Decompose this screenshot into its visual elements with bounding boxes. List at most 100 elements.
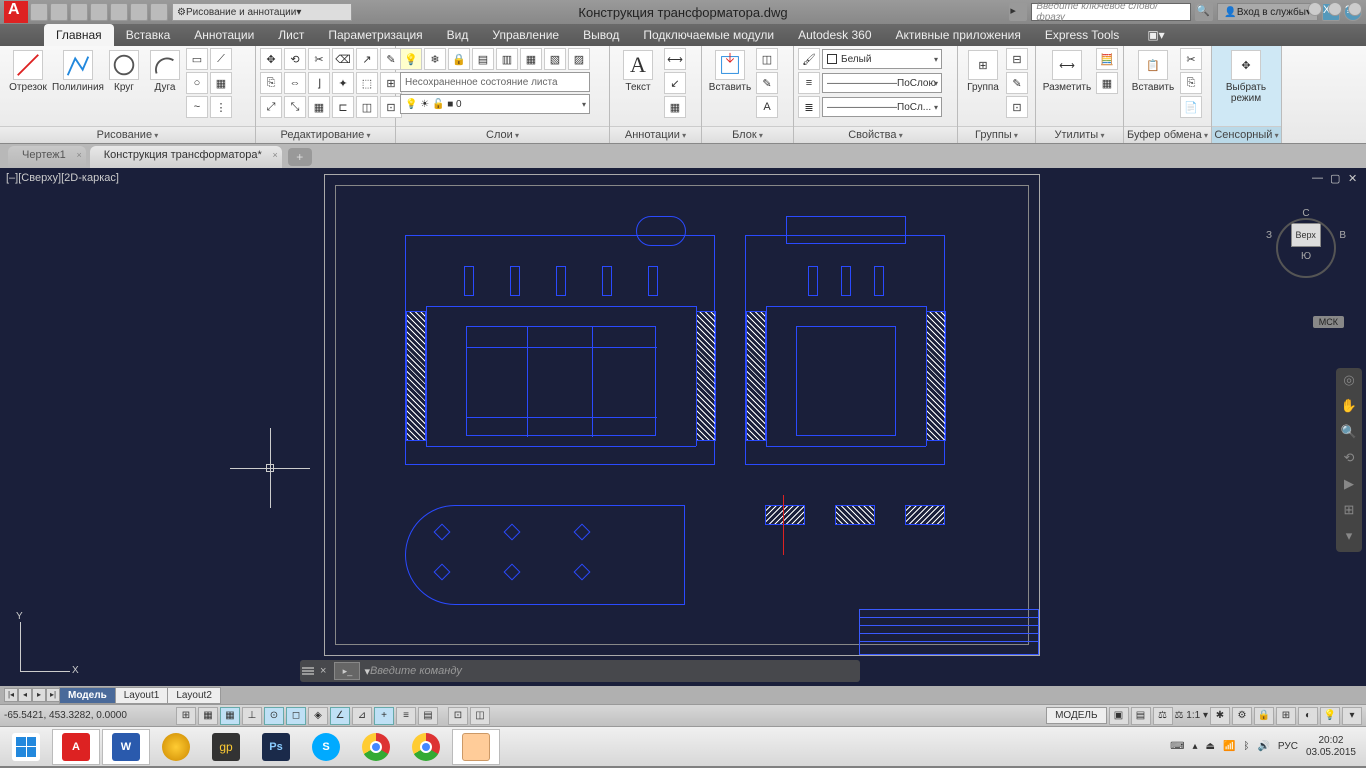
sb-ortho[interactable]: ⊥ (242, 707, 262, 725)
sb-custom[interactable]: ▾ (1342, 707, 1362, 725)
sb-hw[interactable]: ⊞ (1276, 707, 1296, 725)
task-chrome[interactable] (352, 729, 400, 765)
stretch-icon[interactable]: ⤢ (260, 96, 282, 118)
move-icon[interactable]: ✥ (260, 48, 282, 70)
draw-icon-2[interactable]: ⟋ (210, 48, 232, 70)
nav-wheel-icon[interactable]: ◎ (1339, 372, 1359, 392)
layout-tab-1[interactable]: Layout1 (115, 687, 169, 704)
lineweight-drop[interactable]: ———————ПоСл... (822, 97, 942, 117)
layer-icon-7[interactable]: ▧ (544, 48, 566, 70)
nav-pan-icon[interactable]: ✋ (1339, 398, 1359, 418)
sb-qp[interactable]: ⊡ (448, 707, 468, 725)
dimension-icon[interactable]: ⟷ (664, 48, 686, 70)
leader-icon[interactable]: ↙ (664, 72, 686, 94)
panel-annotation-title[interactable]: Аннотации (610, 126, 701, 143)
qat-saveas[interactable] (90, 3, 108, 21)
panel-touch-title[interactable]: Сенсорный (1212, 126, 1281, 143)
cut-icon[interactable]: ✂ (1180, 48, 1202, 70)
sb-snap[interactable]: ▦ (198, 707, 218, 725)
block-attr-icon[interactable]: A (756, 96, 778, 118)
nav-showmot-icon[interactable]: ▶ (1339, 476, 1359, 496)
tray-safely-remove-icon[interactable]: ⏏ (1206, 741, 1215, 752)
line-button[interactable]: Отрезок (4, 48, 52, 95)
sb-polar[interactable]: ⊙ (264, 707, 284, 725)
tab-plugins[interactable]: Подключаемые модули (631, 24, 786, 46)
command-line[interactable]: × ▸_ ▾ Введите команду (300, 660, 860, 682)
tab-featured[interactable]: Активные приложения (884, 24, 1033, 46)
new-tab-button[interactable]: + (288, 148, 312, 166)
touch-select-button[interactable]: ✥Выбрать режим (1216, 48, 1276, 106)
copy-clip-icon[interactable]: ⎘ (1180, 72, 1202, 94)
scale-icon[interactable]: ⤡ (284, 96, 306, 118)
modify-icon-c[interactable]: ⬚ (356, 72, 378, 94)
viewcube[interactable]: С З Верх В Ю (1266, 208, 1346, 262)
lt-last[interactable]: ▸| (46, 688, 60, 702)
infocenter-arrow[interactable]: ▸ (1009, 3, 1027, 21)
task-autocad[interactable]: A (52, 729, 100, 765)
tab-parametric[interactable]: Параметризация (316, 24, 434, 46)
text-button[interactable]: AТекст (614, 48, 662, 95)
ungroup-icon[interactable]: ⊟ (1006, 48, 1028, 70)
cmdline-handle[interactable] (300, 665, 316, 677)
panel-layers-title[interactable]: Слои (396, 126, 609, 143)
group-edit-icon[interactable]: ✎ (1006, 72, 1028, 94)
sb-otrack[interactable]: ∠ (330, 707, 350, 725)
erase-icon[interactable]: ⌫ (332, 48, 354, 70)
mirror-icon[interactable]: ⇔ (284, 72, 306, 94)
qat-undo[interactable] (130, 3, 148, 21)
tab-view[interactable]: Вид (435, 24, 481, 46)
layer-current-drop[interactable]: 💡 ☀ 🔓 ■ 0 (400, 94, 590, 114)
task-explorer[interactable] (452, 729, 500, 765)
explode-icon[interactable]: ✦ (332, 72, 354, 94)
tray-volume-icon[interactable]: 🔊 (1257, 741, 1269, 752)
close-icon[interactable]: × (272, 150, 277, 160)
drawing-area[interactable]: [‒][Сверху][2D-каркас] — ▢ ✕ С З Верх В … (0, 168, 1366, 686)
sb-ducs[interactable]: ⊿ (352, 707, 372, 725)
search-button[interactable]: 🔍 (1195, 3, 1213, 21)
fillet-icon[interactable]: ⌋ (308, 72, 330, 94)
nav-orbit-icon[interactable]: ⟲ (1339, 450, 1359, 470)
hatch-icon[interactable]: ▦ (210, 72, 232, 94)
task-flstudio[interactable] (152, 729, 200, 765)
layout-tab-model[interactable]: Модель (59, 687, 116, 704)
copy-icon[interactable]: ⎘ (260, 72, 282, 94)
viewport-label[interactable]: [‒][Сверху][2D-каркас] (6, 172, 119, 184)
color-drop[interactable]: Белый (822, 49, 942, 69)
start-button[interactable] (2, 729, 50, 765)
panel-utilities-title[interactable]: Утилиты (1036, 126, 1123, 143)
task-chrome-2[interactable] (402, 729, 450, 765)
layer-prop-icon[interactable]: 💡 (400, 48, 422, 70)
layout-tab-2[interactable]: Layout2 (167, 687, 221, 704)
panel-modify-title[interactable]: Редактирование (256, 126, 395, 143)
sb-3dosnap[interactable]: ◈ (308, 707, 328, 725)
layer-icon-6[interactable]: ▦ (520, 48, 542, 70)
cmdline-input[interactable]: Введите команду (370, 665, 860, 677)
tab-home[interactable]: Главная (44, 24, 114, 46)
minimize-button[interactable] (1308, 2, 1322, 16)
layer-icon-2[interactable]: ❄ (424, 48, 446, 70)
sb-annovis[interactable]: ✱ (1210, 707, 1230, 725)
layer-icon-8[interactable]: ▨ (568, 48, 590, 70)
panel-properties-title[interactable]: Свойства (794, 126, 957, 143)
workspace-switcher[interactable]: ⚙ Рисование и аннотации ▾ (172, 3, 352, 21)
clock[interactable]: 20:02 03.05.2015 (1306, 735, 1356, 759)
sb-lock[interactable]: 🔒 (1254, 707, 1274, 725)
ellipse-icon[interactable]: ○ (186, 72, 208, 94)
layer-state-drop[interactable]: Несохраненное состояние листа (400, 72, 590, 92)
group-button[interactable]: ⊞Группа (962, 48, 1004, 95)
task-word[interactable]: W (102, 729, 150, 765)
ucs-label[interactable]: МСК (1313, 316, 1344, 328)
qat-new[interactable] (30, 3, 48, 21)
sb-grid[interactable]: ▦ (220, 707, 240, 725)
task-photoshop[interactable]: Ps (252, 729, 300, 765)
qat-plot[interactable] (110, 3, 128, 21)
tab-output[interactable]: Вывод (571, 24, 631, 46)
tab-insert[interactable]: Вставка (114, 24, 183, 46)
tab-a360[interactable]: Autodesk 360 (786, 24, 883, 46)
modify-icon-e[interactable]: ◫ (356, 96, 378, 118)
tab-express[interactable]: Express Tools (1033, 24, 1131, 46)
maximize-button[interactable] (1328, 2, 1342, 16)
trim-icon[interactable]: ✂ (308, 48, 330, 70)
signin-button[interactable]: 👤 Вход в службы ▾ (1217, 3, 1318, 21)
infocenter-search[interactable]: Введите ключевое слово/фразу (1031, 3, 1191, 21)
